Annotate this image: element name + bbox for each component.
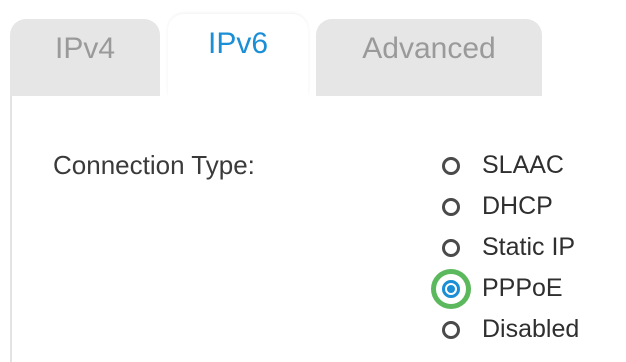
tab-advanced[interactable]: Advanced xyxy=(316,19,542,96)
radio-button-slaac[interactable] xyxy=(442,156,460,175)
radio-label-disabled: Disabled xyxy=(482,315,580,343)
ipv6-settings-screen: IPv4 IPv6 Advanced Connection Type: SLAA… xyxy=(0,0,626,362)
radio-button-pppoe[interactable] xyxy=(442,279,460,298)
radio-label-pppoe: PPPoE xyxy=(482,274,563,302)
radio-button-disabled[interactable] xyxy=(442,320,460,339)
radio-option-static-ip[interactable]: Static IP xyxy=(432,227,579,268)
radio-option-slaac[interactable]: SLAAC xyxy=(432,145,579,186)
tab-ipv6[interactable]: IPv6 xyxy=(168,14,308,96)
tab-ipv4[interactable]: IPv4 xyxy=(10,19,160,96)
tab-advanced-label: Advanced xyxy=(362,31,496,65)
radio-button-dhcp[interactable] xyxy=(442,197,460,216)
radio-button-static-ip[interactable] xyxy=(442,238,460,257)
radio-option-pppoe[interactable]: PPPoE xyxy=(432,268,579,309)
radio-option-dhcp[interactable]: DHCP xyxy=(432,186,579,227)
radio-option-disabled[interactable]: Disabled xyxy=(432,309,579,350)
radio-label-slaac: SLAAC xyxy=(482,151,564,179)
radio-label-static-ip: Static IP xyxy=(482,233,576,261)
tab-ipv6-label: IPv6 xyxy=(207,27,269,60)
connection-type-radio-group: SLAAC DHCP Static IP PPPoE Disabled xyxy=(432,145,579,350)
tab-ipv4-label: IPv4 xyxy=(54,31,116,65)
connection-type-label: Connection Type: xyxy=(53,150,255,180)
tab-bar: IPv4 IPv6 Advanced xyxy=(0,0,626,96)
radio-label-dhcp: DHCP xyxy=(482,192,553,220)
